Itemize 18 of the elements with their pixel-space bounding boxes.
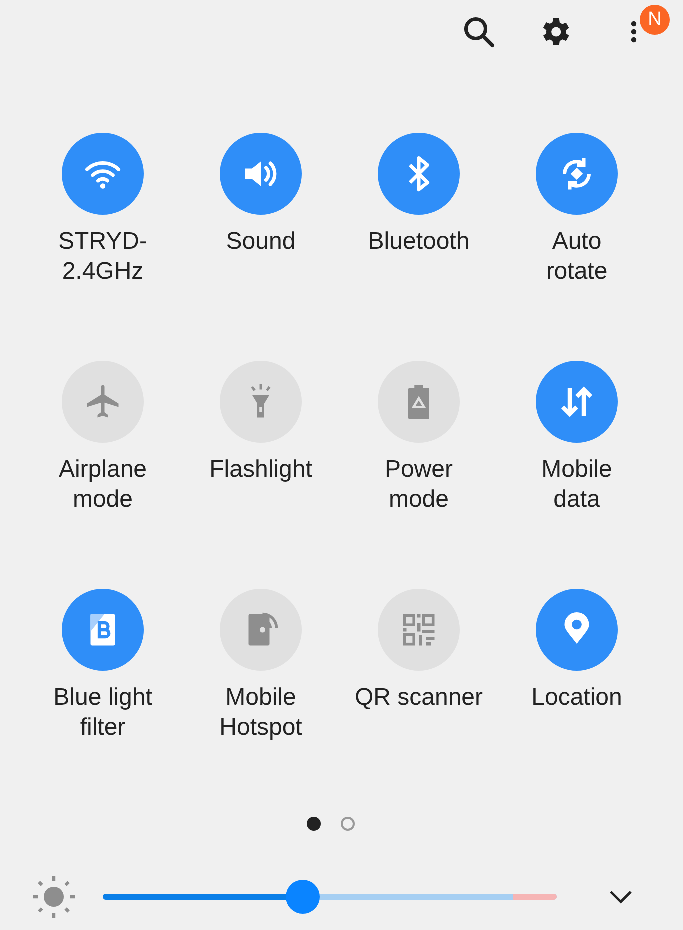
toggle-label: Power mode [384, 455, 454, 515]
toggle-label: Blue light filter [52, 683, 154, 743]
toggle-label: Bluetooth [367, 227, 471, 257]
toggle-label: STRYD- 2.4GHz [58, 227, 148, 287]
notification-badge: N [640, 5, 670, 35]
toggle-label: Mobile Hotspot [218, 683, 304, 743]
page-indicator-dot[interactable] [306, 817, 320, 831]
brightness-icon [30, 873, 78, 921]
page-indicator-dot[interactable] [340, 817, 354, 831]
toggle-label: Airplane mode [58, 455, 148, 515]
toggle-label: Location [530, 683, 624, 713]
slider-thumb[interactable] [286, 880, 320, 914]
toggle-label: Auto rotate [545, 227, 609, 287]
toggle-label: QR scanner [354, 683, 484, 713]
toggle-label: Flashlight [208, 455, 314, 485]
brightness-slider[interactable] [103, 880, 557, 914]
toggle-label: Sound [225, 227, 297, 257]
toggle-label: Mobile data [540, 455, 614, 515]
